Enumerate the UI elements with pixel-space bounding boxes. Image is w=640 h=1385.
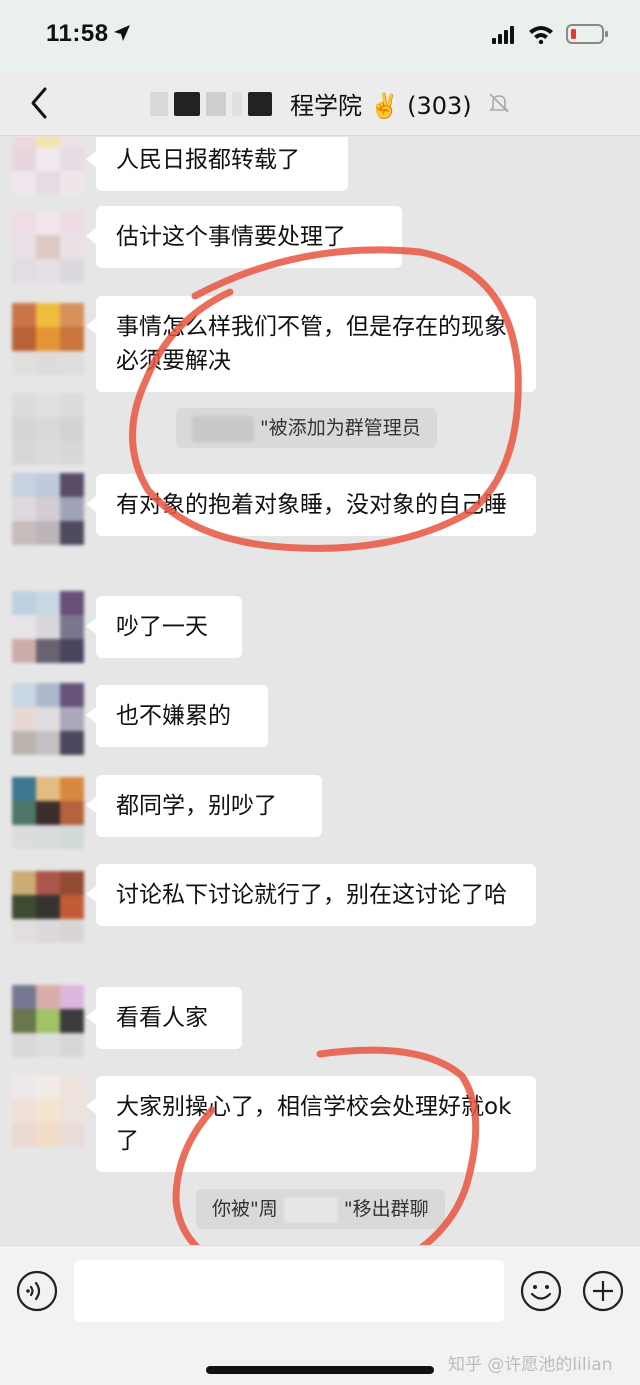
home-indicator[interactable] (206, 1366, 434, 1374)
avatar[interactable] (12, 591, 84, 663)
message-bubble[interactable]: 也不嫌累的 (86, 685, 268, 747)
chat-header: 程学院 ✌️ (303) (0, 70, 640, 136)
message-bubble[interactable]: 有对象的抱着对象睡，没对象的自己睡 (86, 474, 536, 536)
emoji-icon[interactable] (520, 1270, 562, 1312)
message-bubble[interactable]: 吵了一天 (86, 596, 242, 658)
status-time: 11:58 (46, 20, 109, 47)
message-bubble[interactable]: 人民日报都转载了 (86, 137, 348, 191)
wifi-icon (529, 26, 553, 44)
system-notice-admin-added: "被添加为群管理员 (176, 408, 437, 448)
add-plus-icon[interactable] (582, 1270, 624, 1312)
mute-bell-icon (489, 93, 509, 113)
system-notice-text: "被添加为群管理员 (260, 417, 421, 439)
message-bubble[interactable]: 大家别操心了，相信学校会处理好就ok了 (86, 1076, 536, 1172)
voice-input-icon[interactable] (16, 1270, 58, 1312)
avatar[interactable] (12, 1075, 84, 1147)
watermark: 知乎 @许愿池的lilian (448, 1355, 613, 1375)
avatar[interactable] (12, 137, 84, 195)
censored-name (192, 415, 254, 442)
chat-message-list[interactable]: 人民日报都转载了 估计这个事情要处理了 事情怎么样我们不管，但是存在的现象必须要… (0, 137, 640, 1245)
location-arrow-icon (114, 25, 130, 41)
battery-icon (566, 24, 608, 44)
message-bubble[interactable]: 看看人家 (86, 987, 242, 1049)
message-bubble[interactable]: 事情怎么样我们不管，但是存在的现象必须要解决 (86, 296, 536, 392)
message-bubble[interactable]: 讨论私下讨论就行了，别在这讨论了哈 (86, 864, 536, 926)
avatar[interactable] (12, 985, 84, 1057)
censored-group-name (150, 88, 286, 120)
avatar[interactable] (12, 473, 84, 545)
message-bubble[interactable]: 估计这个事情要处理了 (86, 206, 402, 268)
avatar[interactable] (12, 871, 84, 943)
cellular-signal-icon (492, 26, 514, 44)
back-chevron-icon[interactable] (28, 86, 50, 120)
avatar[interactable] (12, 683, 84, 755)
system-notice-removed: 你被"周 "移出群聊 (196, 1189, 445, 1229)
status-bar: 11:58 (0, 0, 640, 70)
message-input[interactable] (74, 1260, 504, 1322)
censored-name (283, 1196, 338, 1223)
system-notice-text: 你被"周 (212, 1198, 278, 1220)
message-bubble[interactable]: 都同学，别吵了 (86, 775, 322, 837)
input-bar: 知乎 @许愿池的lilian (0, 1245, 640, 1385)
group-title: 程学院 ✌️ (303) (290, 92, 472, 120)
avatar[interactable] (12, 211, 84, 283)
avatar[interactable] (12, 393, 84, 465)
avatar[interactable] (12, 303, 84, 375)
avatar[interactable] (12, 777, 84, 849)
system-notice-text: "移出群聊 (343, 1198, 429, 1220)
